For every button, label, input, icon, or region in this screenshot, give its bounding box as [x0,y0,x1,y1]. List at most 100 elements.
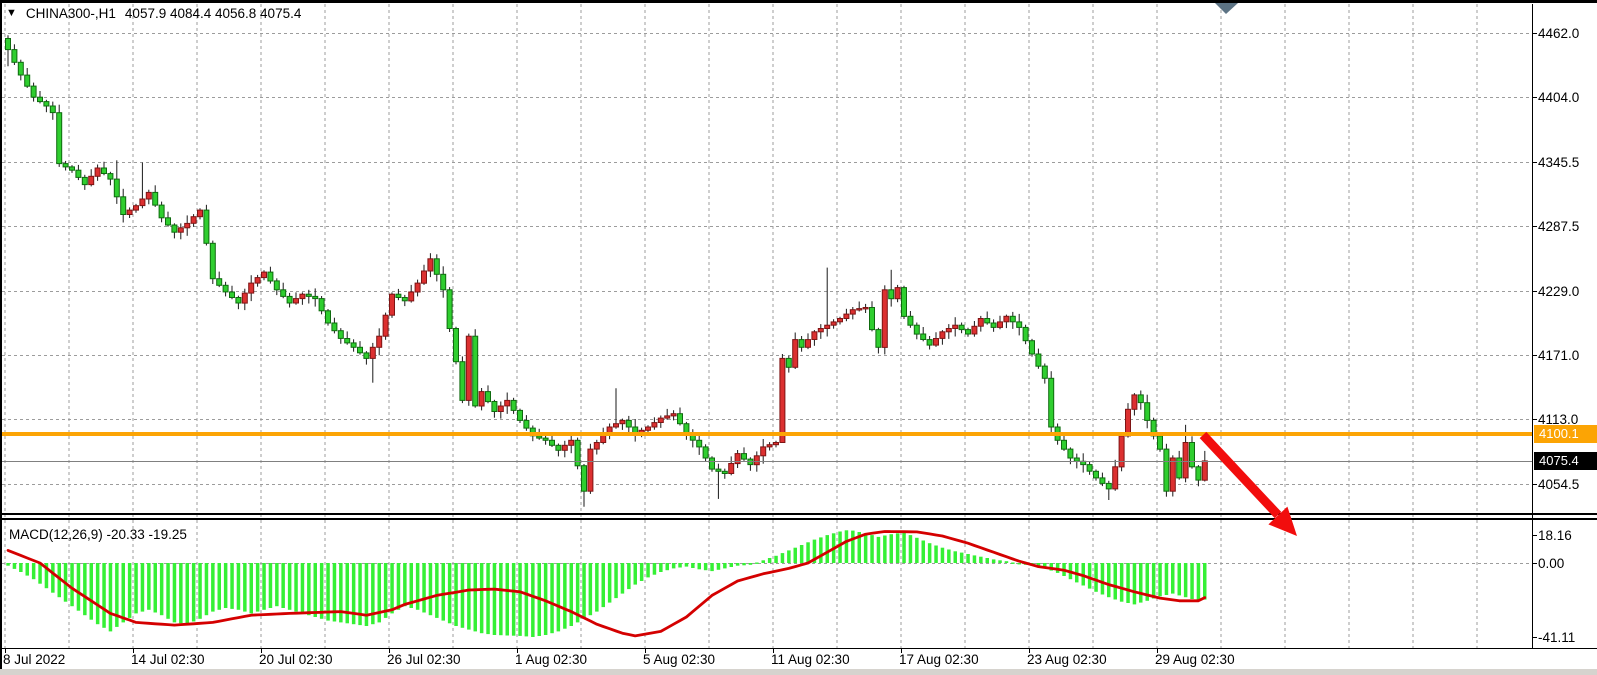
candle [473,336,478,406]
macd-bar [755,563,759,564]
candle [582,466,587,492]
candle [57,113,62,164]
candle [262,272,267,278]
date-axis-label: 26 Jul 02:30 [387,652,461,667]
macd-bar [192,563,196,622]
candle [377,336,382,347]
macd-bar [218,563,222,610]
scroll-to-end-icon[interactable] [1215,3,1238,14]
candle [172,225,177,232]
candle [1202,461,1207,480]
candle [191,217,196,224]
candle [934,339,939,346]
macd-bar [346,563,350,623]
macd-bar [1171,563,1175,594]
macd-bar [781,553,785,563]
macd-bar [557,563,561,631]
candle [134,206,139,210]
date-axis-label: 29 Aug 02:30 [1155,652,1235,667]
candle [140,199,145,206]
candle [255,278,260,284]
macd-bar [6,563,10,566]
candle [710,458,715,469]
candle [774,443,779,445]
macd-bar [1126,563,1130,603]
macd-bar [646,563,650,577]
macd-bar [973,555,977,563]
candle [998,322,1003,328]
macd-axis-label: 0.00 [1538,556,1564,571]
macd-bar [800,545,804,563]
candle [671,414,676,416]
candle [364,353,369,359]
candle [63,164,68,167]
macd-axis-label: -41.11 [1538,630,1575,645]
macd-bar [531,563,535,637]
candle [210,243,215,278]
candle [1017,322,1022,328]
macd-bar [461,563,465,628]
macd-bar [352,563,356,624]
candle [313,296,318,298]
macd-bar [422,563,426,613]
candle [486,392,491,402]
macd-bar [922,541,926,564]
price-axis-label: 4171.0 [1538,348,1579,363]
candle [562,445,567,450]
chart-canvas[interactable]: 4462.04404.04345.54287.54229.04171.04113… [0,0,1597,675]
candle [620,420,625,423]
candle [1183,443,1188,478]
macd-bar [1005,561,1009,563]
price-axis-label: 4287.5 [1538,219,1579,234]
candle [921,334,926,340]
candle [390,294,395,315]
candle [729,464,734,474]
candle [249,283,254,293]
candle [306,294,311,296]
horizontal-line-annotation[interactable] [2,432,1532,436]
candle [793,340,798,368]
macd-bar [442,563,446,621]
candle [754,456,759,465]
date-axis-label: 20 Jul 02:30 [259,652,333,667]
candle [351,343,356,347]
candle [50,106,55,113]
macd-bar [736,563,740,566]
macd-bar [243,563,247,612]
candle [1030,341,1035,354]
candle [319,299,324,311]
candle [985,319,990,323]
candle [1126,409,1131,436]
candle [569,440,574,445]
macd-bar [851,531,855,563]
macd-bar [173,563,177,622]
price-axis-label: 4229.0 [1538,284,1579,299]
candle [268,272,273,281]
macd-bar [582,563,586,619]
candle [537,436,542,438]
trend-arrow[interactable] [1203,435,1297,536]
candle [498,406,503,412]
macd-bar [717,563,721,570]
macd-bar [640,563,644,581]
macd-bar [13,563,17,569]
macd-bar [870,535,874,563]
macd-bar [1184,563,1188,597]
candle [70,167,75,170]
macd-bar [710,563,714,571]
candle [799,340,804,348]
macd-bar [1107,563,1111,597]
candle [31,86,36,97]
candle [972,326,977,334]
macd-bar [288,563,292,610]
macd-bar [294,563,298,612]
candle [863,308,868,309]
current-price-badge: 4075.4 [1534,452,1597,470]
macd-bar [1011,563,1015,564]
symbol-dropdown-icon[interactable]: ▼ [6,8,17,19]
candle [153,192,158,205]
candle [1170,458,1175,491]
macd-bar [678,563,682,568]
candle [914,325,919,334]
candle [1113,467,1118,489]
